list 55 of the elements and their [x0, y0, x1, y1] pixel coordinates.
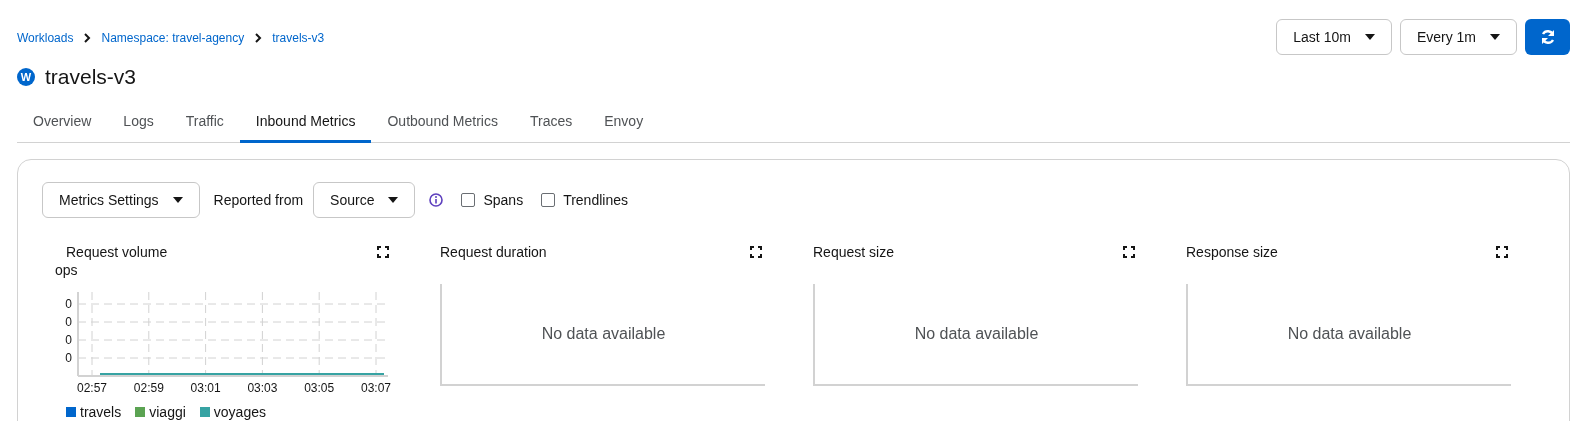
expand-icon[interactable] — [377, 246, 389, 258]
time-range-select[interactable]: Last 10m — [1276, 19, 1392, 55]
caret-icon — [388, 197, 399, 203]
chart-title: Request volume — [65, 244, 168, 260]
page-title: travels-v3 — [45, 65, 137, 89]
tab[interactable]: Overview — [17, 102, 108, 143]
expand-icon[interactable] — [1123, 246, 1135, 258]
caret-icon — [1364, 34, 1375, 40]
x-tick-label: 02:59 — [133, 381, 164, 395]
chevron-icon — [83, 33, 92, 43]
y-tick-label: 0 — [65, 297, 72, 311]
no-data-message: No data available — [1287, 325, 1412, 343]
tab[interactable]: Envoy — [588, 102, 660, 143]
breadcrumb-link[interactable]: travels-v3 — [272, 31, 325, 45]
y-tick-label: 0 — [65, 351, 72, 365]
x-tick-label: 03:01 — [190, 381, 221, 395]
workload-badge: W — [17, 68, 35, 86]
tab[interactable]: Outbound Metrics — [371, 102, 514, 143]
y-tick-label: 0 — [65, 333, 72, 347]
chart-title: Response size — [1186, 244, 1278, 260]
metrics-settings-select[interactable]: Metrics Settings — [42, 182, 200, 218]
checkbox-label: Trendlines — [563, 192, 628, 208]
expand-icon[interactable] — [1496, 246, 1508, 258]
refresh-button[interactable] — [1525, 19, 1570, 55]
reported-from-label: Reported from — [213, 192, 304, 208]
breadcrumb-link[interactable]: Workloads — [17, 31, 74, 45]
tab[interactable]: Traffic — [169, 102, 240, 143]
checkbox-label: Spans — [483, 192, 524, 208]
x-tick-label: 02:57 — [77, 381, 107, 395]
tab[interactable]: Inbound Metrics — [239, 102, 372, 143]
legend-label: viaggi — [149, 404, 186, 420]
checkbox[interactable] — [541, 193, 556, 207]
chart-title: Request duration — [440, 244, 547, 260]
expand-icon[interactable] — [750, 246, 762, 258]
legend-label: travels — [80, 404, 122, 420]
tab[interactable]: Logs — [107, 102, 170, 143]
y-tick-label: 0 — [65, 315, 72, 329]
refresh-interval-select[interactable]: Every 1m — [1399, 19, 1517, 55]
reported-from-select[interactable]: Source — [313, 182, 416, 218]
no-data-message: No data available — [541, 325, 666, 343]
breadcrumb-link[interactable]: Namespace: travel-agency — [101, 31, 245, 45]
refresh-icon — [1539, 29, 1556, 45]
checkbox[interactable] — [461, 193, 476, 207]
x-tick-label: 03:07 — [361, 381, 391, 395]
no-data-message: No data available — [914, 325, 1039, 343]
tab[interactable]: Traces — [513, 102, 589, 143]
legend-label: voyages — [213, 404, 266, 420]
x-tick-label: 03:03 — [247, 381, 278, 395]
chevron-icon — [254, 33, 263, 43]
info-icon[interactable] — [429, 193, 444, 207]
caret-icon — [172, 197, 183, 203]
caret-icon — [1490, 34, 1500, 40]
x-tick-label: 03:05 — [304, 381, 335, 395]
axis-unit-label: ops — [55, 262, 79, 278]
chart-title: Request size — [813, 244, 894, 260]
